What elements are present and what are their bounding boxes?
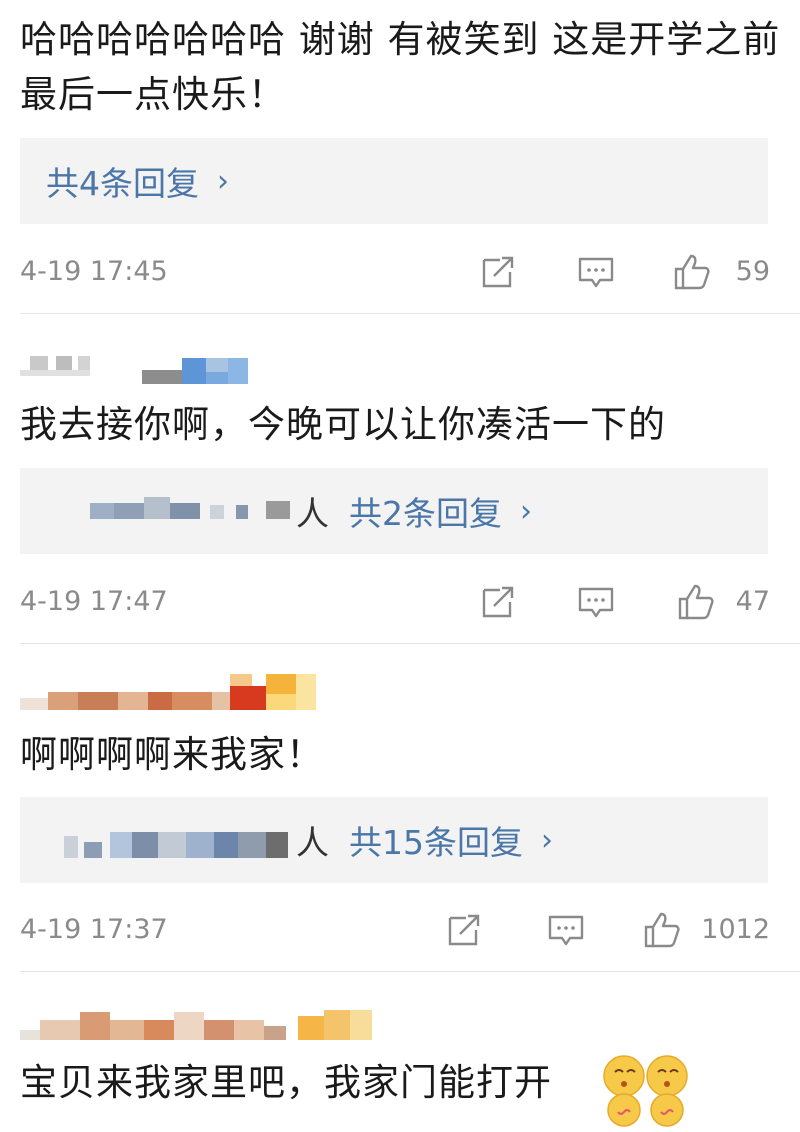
- chevron-right-icon: ›: [217, 163, 229, 199]
- divider: [20, 971, 800, 972]
- comment-meta: 4-19 17:47 47: [20, 582, 770, 622]
- comment-text: 我去接你啊，今晚可以让你凑活一下的: [20, 403, 666, 446]
- username-blurred[interactable]: [20, 672, 380, 712]
- thumbs-up-icon[interactable]: [676, 582, 716, 622]
- chevron-right-icon: ›: [520, 493, 532, 529]
- comment-time: 4-19 17:47: [20, 586, 168, 617]
- thumbs-up-icon[interactable]: [672, 252, 712, 292]
- like-count: 47: [735, 586, 770, 617]
- pixelated-username: [20, 672, 320, 718]
- kissing-emoji: [600, 1054, 692, 1132]
- pixelated-username: [20, 1000, 380, 1046]
- chevron-right-icon: ›: [541, 822, 553, 858]
- reply-count-link[interactable]: 共15条回复: [349, 816, 523, 864]
- share-icon[interactable]: [478, 582, 518, 622]
- comment-meta: 4-19 17:37 1012: [20, 910, 770, 950]
- pixelated-username: [20, 350, 280, 390]
- reply-summary[interactable]: 人 共2条回复 ›: [20, 468, 768, 554]
- divider: [20, 313, 800, 314]
- share-icon[interactable]: [444, 910, 484, 950]
- like-count: 59: [735, 256, 770, 287]
- comment-meta: 4-19 17:45 59: [20, 252, 770, 292]
- reply-people-label: 人: [296, 823, 329, 862]
- reply-avatars-blurred: [80, 491, 290, 531]
- comment-text: 宝贝来我家里吧，我家门能打开: [20, 1061, 552, 1104]
- share-icon[interactable]: [478, 252, 518, 292]
- comment-icon[interactable]: [576, 252, 616, 292]
- comment-icon[interactable]: [546, 910, 586, 950]
- comment-text: 哈哈哈哈哈哈哈 谢谢 有被笑到 这是开学之前最后一点快乐！: [20, 18, 781, 116]
- reply-count-link[interactable]: 共4条回复: [46, 157, 199, 205]
- username-blurred[interactable]: [20, 350, 380, 390]
- reply-summary[interactable]: 人 共15条回复 ›: [20, 797, 768, 883]
- reply-count-link[interactable]: 共2条回复: [349, 487, 502, 535]
- reply-summary[interactable]: 共4条回复 ›: [20, 138, 768, 224]
- comment-time: 4-19 17:37: [20, 914, 168, 945]
- comment-icon[interactable]: [576, 582, 616, 622]
- comment-time: 4-19 17:45: [20, 256, 168, 287]
- divider: [20, 643, 800, 644]
- like-count: 1012: [701, 914, 770, 945]
- thumbs-up-icon[interactable]: [642, 910, 682, 950]
- reply-avatars-blurred: [54, 820, 290, 860]
- username-blurred[interactable]: [20, 1000, 380, 1040]
- comment-text: 啊啊啊啊来我家！: [20, 733, 324, 776]
- reply-people-label: 人: [296, 494, 329, 533]
